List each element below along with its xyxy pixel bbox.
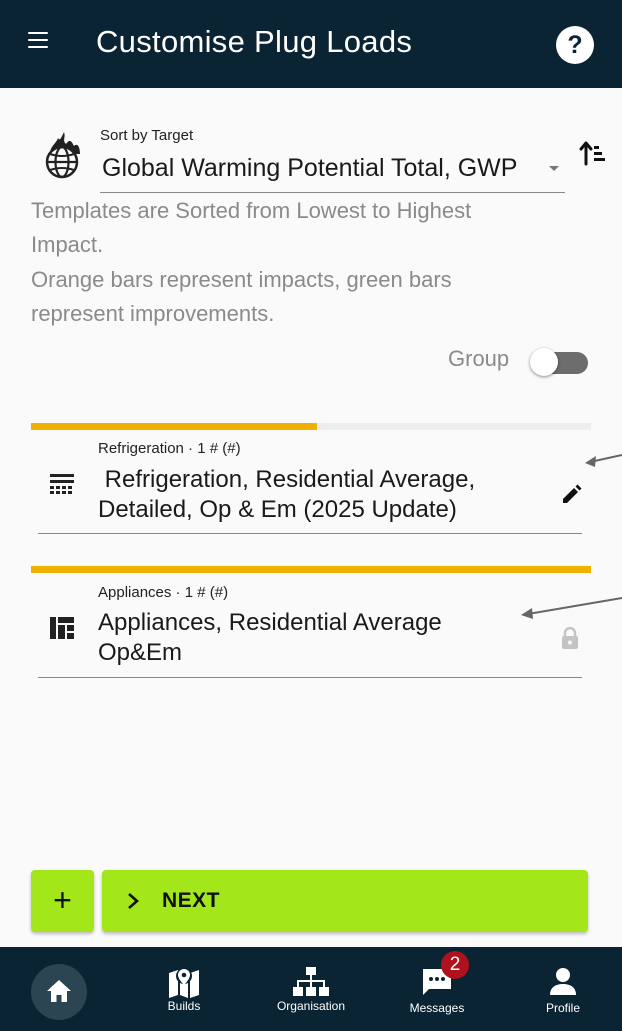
help-text-line-2: Impact. bbox=[31, 232, 104, 257]
impact-bar-fill bbox=[31, 566, 591, 573]
bottom-nav: Builds Organisation Messages Profile bbox=[0, 947, 622, 1031]
map-icon bbox=[169, 968, 199, 998]
edit-pencil-icon[interactable] bbox=[560, 484, 582, 506]
nav-organisation[interactable]: Organisation bbox=[256, 947, 366, 1031]
annotation-arrow bbox=[521, 597, 622, 619]
item-title-line: Appliances, Residential Average bbox=[98, 609, 442, 636]
toggle-knob bbox=[530, 348, 558, 376]
item-title-line: Detailed, Op & Em (2025 Update) bbox=[98, 496, 457, 523]
impact-bar-fill bbox=[31, 423, 317, 430]
person-icon bbox=[550, 968, 576, 995]
annotation-arrow bbox=[585, 454, 622, 467]
item-title-line: Refrigeration, Residential Average, bbox=[98, 466, 476, 493]
messages-badge: 2 bbox=[441, 951, 469, 979]
sort-ascending-icon[interactable] bbox=[578, 138, 608, 168]
item-subtitle-appliances: Appliances · 1 # (#) bbox=[98, 584, 229, 601]
page-title: Customise Plug Loads bbox=[96, 24, 413, 59]
help-text-line-3: Orange bars represent impacts, green bar… bbox=[31, 267, 452, 292]
app-header: Customise Plug Loads ? bbox=[0, 0, 622, 88]
nav-label-organisation: Organisation bbox=[276, 999, 346, 1013]
nav-label-builds: Builds bbox=[167, 999, 201, 1013]
sort-label: Sort by Target bbox=[100, 127, 194, 144]
help-text-line-4: represent improvements. bbox=[31, 301, 275, 326]
impact-bar-appliances bbox=[31, 566, 591, 573]
item-divider bbox=[38, 677, 582, 678]
nav-profile[interactable]: Profile bbox=[508, 947, 618, 1031]
add-button[interactable]: + bbox=[31, 870, 94, 932]
lock-icon bbox=[562, 627, 578, 649]
nav-builds[interactable]: Builds bbox=[129, 947, 239, 1031]
next-button[interactable]: NEXT bbox=[102, 870, 588, 932]
impact-bar-refrigeration bbox=[31, 423, 591, 430]
item-divider bbox=[38, 533, 582, 534]
dropdown-arrow-icon bbox=[549, 166, 559, 171]
item-title-refrigeration[interactable]: Refrigeration, Residential Average, Deta… bbox=[98, 465, 538, 525]
nav-home[interactable] bbox=[31, 964, 87, 1020]
home-icon bbox=[47, 980, 71, 1002]
help-button[interactable]: ? bbox=[556, 26, 594, 64]
nav-label-messages: Messages bbox=[409, 1001, 465, 1015]
sort-target-select[interactable]: Global Warming Potential Total, GWP bbox=[100, 146, 565, 193]
appliances-icon bbox=[50, 617, 74, 639]
nav-label-profile: Profile bbox=[545, 1001, 580, 1015]
item-subtitle-refrigeration: Refrigeration · 1 # (#) bbox=[98, 440, 241, 457]
help-text-line-1: Templates are Sorted from Lowest to High… bbox=[31, 198, 472, 223]
nav-messages[interactable]: Messages bbox=[382, 947, 492, 1031]
item-title-appliances[interactable]: Appliances, Residential Average Op&Em bbox=[98, 608, 538, 668]
item-title-line: Op&Em bbox=[98, 639, 183, 666]
sort-target-value: Global Warming Potential Total, GWP bbox=[102, 154, 518, 182]
menu-icon[interactable] bbox=[28, 32, 48, 54]
refrigeration-icon bbox=[50, 474, 74, 494]
chevron-right-icon bbox=[128, 893, 139, 909]
globe-fire-icon bbox=[45, 132, 80, 179]
group-toggle-label: Group bbox=[448, 346, 510, 371]
org-chart-icon bbox=[293, 967, 329, 996]
next-button-label: NEXT bbox=[162, 889, 221, 912]
group-toggle[interactable] bbox=[530, 348, 590, 376]
